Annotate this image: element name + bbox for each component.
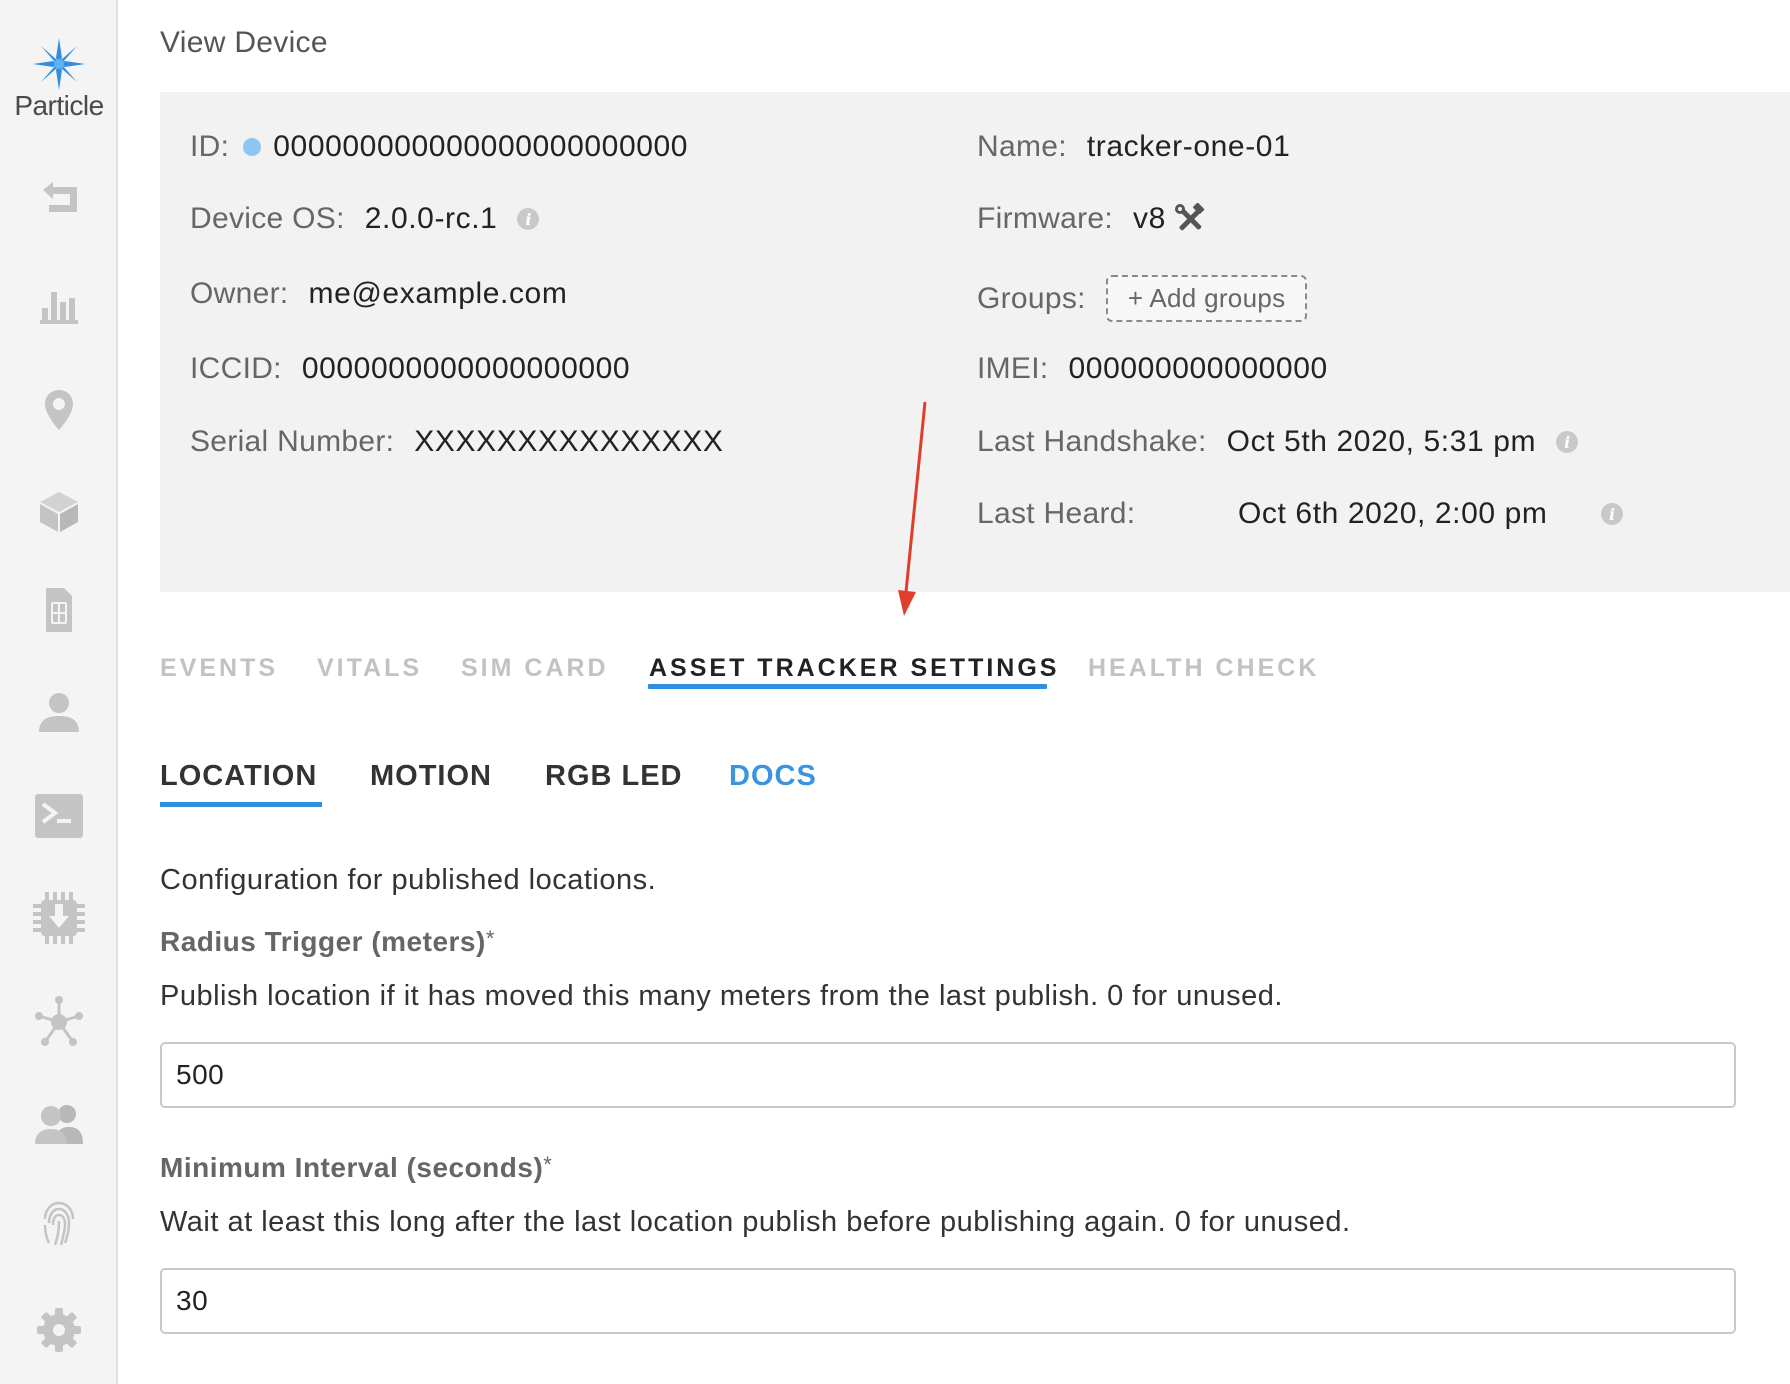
device-name-value[interactable]: tracker-one-01 bbox=[1087, 130, 1291, 164]
firmware-label: Firmware: bbox=[977, 202, 1114, 235]
imei-field: IMEI: 000000000000000 bbox=[977, 352, 1328, 386]
particle-logo[interactable]: Particle bbox=[0, 36, 118, 122]
minimum-interval-label: Minimum Interval (seconds)* bbox=[160, 1152, 552, 1184]
serial-number-value: XXXXXXXXXXXXXXX bbox=[414, 425, 724, 458]
device-os-field: Device OS: 2.0.0-rc.1 i bbox=[190, 202, 540, 236]
device-info-panel: ID: 000000000000000000000000 Device OS: … bbox=[160, 92, 1790, 592]
network-icon[interactable] bbox=[29, 992, 89, 1052]
subtab-location[interactable]: LOCATION bbox=[160, 760, 317, 793]
iccid-field: ICCID: 0000000000000000000 bbox=[190, 352, 630, 386]
info-icon[interactable]: i bbox=[1601, 503, 1623, 525]
terminal-icon[interactable] bbox=[29, 786, 89, 846]
owner-field: Owner: me@example.com bbox=[190, 277, 567, 311]
last-handshake-field: Last Handshake: Oct 5th 2020, 5:31 pm i bbox=[977, 425, 1579, 459]
last-heard-label: Last Heard: bbox=[977, 497, 1136, 530]
subtab-docs-link[interactable]: DOCS bbox=[729, 760, 817, 793]
device-os-label: Device OS: bbox=[190, 202, 345, 235]
cube-icon[interactable] bbox=[29, 482, 89, 542]
tab-sim-card[interactable]: SIM CARD bbox=[461, 654, 609, 683]
device-id-field: ID: 000000000000000000000000 bbox=[190, 130, 688, 164]
device-id-label: ID: bbox=[190, 130, 230, 163]
required-marker: * bbox=[543, 1152, 553, 1177]
back-arrow-icon[interactable] bbox=[29, 168, 89, 228]
imei-label: IMEI: bbox=[977, 352, 1049, 385]
minimum-interval-label-text: Minimum Interval (seconds) bbox=[160, 1152, 544, 1183]
minimum-interval-input[interactable] bbox=[160, 1268, 1736, 1334]
page-title: View Device bbox=[160, 26, 328, 59]
groups-label: Groups: bbox=[977, 281, 1086, 315]
gear-icon[interactable] bbox=[29, 1300, 89, 1360]
main-content: View Device ID: 000000000000000000000000… bbox=[160, 0, 1790, 1384]
bar-chart-icon[interactable] bbox=[29, 276, 89, 336]
last-heard-value: Oct 6th 2020, 2:00 pm bbox=[1238, 497, 1548, 530]
particle-star-icon bbox=[33, 38, 85, 90]
firmware-value: v8 bbox=[1133, 202, 1166, 235]
last-handshake-label: Last Handshake: bbox=[977, 425, 1207, 458]
last-handshake-value: Oct 5th 2020, 5:31 pm bbox=[1226, 425, 1537, 458]
info-icon[interactable]: i bbox=[1556, 431, 1579, 453]
device-os-value: 2.0.0-rc.1 bbox=[364, 202, 498, 235]
user-icon[interactable] bbox=[29, 682, 89, 742]
device-name-field: Name: tracker-one-01 bbox=[977, 130, 1290, 164]
add-groups-button[interactable]: + Add groups bbox=[1105, 275, 1308, 322]
tab-health-check[interactable]: HEALTH CHECK bbox=[1088, 654, 1319, 683]
active-subtab-indicator bbox=[160, 802, 322, 807]
location-intro-text: Configuration for published locations. bbox=[160, 864, 657, 896]
radius-trigger-input[interactable] bbox=[160, 1042, 1736, 1108]
info-icon[interactable]: i bbox=[517, 208, 540, 230]
radius-trigger-help: Publish location if it has moved this ma… bbox=[160, 980, 1283, 1012]
serial-number-field: Serial Number: XXXXXXXXXXXXXXX bbox=[190, 425, 723, 459]
required-marker: * bbox=[485, 926, 495, 951]
radius-trigger-label-text: Radius Trigger (meters) bbox=[160, 926, 486, 957]
subtab-motion[interactable]: MOTION bbox=[370, 760, 492, 793]
owner-value: me@example.com bbox=[308, 277, 568, 310]
chip-download-icon[interactable] bbox=[29, 888, 89, 948]
sim-card-icon[interactable] bbox=[29, 580, 89, 640]
tab-events[interactable]: EVENTS bbox=[160, 654, 278, 683]
tools-icon bbox=[1174, 203, 1205, 231]
fingerprint-icon[interactable] bbox=[29, 1194, 89, 1254]
tab-vitals[interactable]: VITALS bbox=[317, 654, 422, 683]
radius-trigger-label: Radius Trigger (meters)* bbox=[160, 926, 495, 958]
sidebar: Particle bbox=[0, 0, 118, 1384]
active-tab-indicator bbox=[648, 684, 1047, 689]
device-id-value: 000000000000000000000000 bbox=[273, 130, 689, 163]
last-heard-field: Last Heard: Oct 6th 2020, 2:00 pm i bbox=[977, 497, 1623, 531]
minimum-interval-help: Wait at least this long after the last l… bbox=[160, 1206, 1351, 1238]
iccid-label: ICCID: bbox=[190, 352, 282, 385]
brand-name: Particle bbox=[14, 90, 104, 121]
map-pin-icon[interactable] bbox=[29, 380, 89, 440]
serial-number-label: Serial Number: bbox=[190, 425, 395, 458]
tab-asset-tracker-settings[interactable]: ASSET TRACKER SETTINGS bbox=[649, 654, 1059, 683]
firmware-field: Firmware: v8 bbox=[977, 202, 1206, 236]
device-name-label: Name: bbox=[977, 130, 1067, 163]
groups-field: Groups: + Add groups bbox=[977, 275, 1308, 322]
team-icon[interactable] bbox=[29, 1094, 89, 1154]
iccid-value: 0000000000000000000 bbox=[301, 352, 631, 385]
imei-value: 000000000000000 bbox=[1068, 352, 1328, 385]
online-status-dot bbox=[243, 138, 262, 156]
owner-label: Owner: bbox=[190, 277, 289, 310]
subtab-rgb-led[interactable]: RGB LED bbox=[545, 760, 683, 793]
